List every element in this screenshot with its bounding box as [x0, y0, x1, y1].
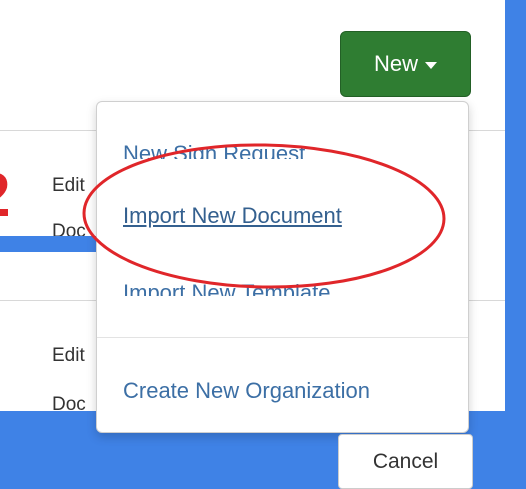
- new-button-label: New: [373, 51, 418, 76]
- cancel-button[interactable]: Cancel: [338, 434, 473, 489]
- caret-down-icon: [425, 62, 437, 69]
- new-dropdown-button[interactable]: New: [340, 31, 471, 97]
- menu-item-import-new-template[interactable]: Import New Template: [123, 274, 330, 296]
- edit-link[interactable]: Edit: [52, 345, 85, 367]
- menu-divider: [97, 337, 468, 338]
- step-number-annotation: 2: [0, 158, 24, 234]
- new-dropdown-menu: New Sign Request Import New Document Imp…: [96, 101, 469, 433]
- menu-item-new-sign-request[interactable]: New Sign Request: [123, 137, 305, 159]
- edit-link[interactable]: Edit: [52, 175, 85, 197]
- step-number-text: 2: [0, 158, 24, 234]
- document-label: Doc: [52, 394, 86, 415]
- menu-item-import-new-document[interactable]: Import New Document: [123, 203, 342, 229]
- menu-item-create-new-organization[interactable]: Create New Organization: [123, 378, 370, 404]
- background-band: [0, 236, 98, 252]
